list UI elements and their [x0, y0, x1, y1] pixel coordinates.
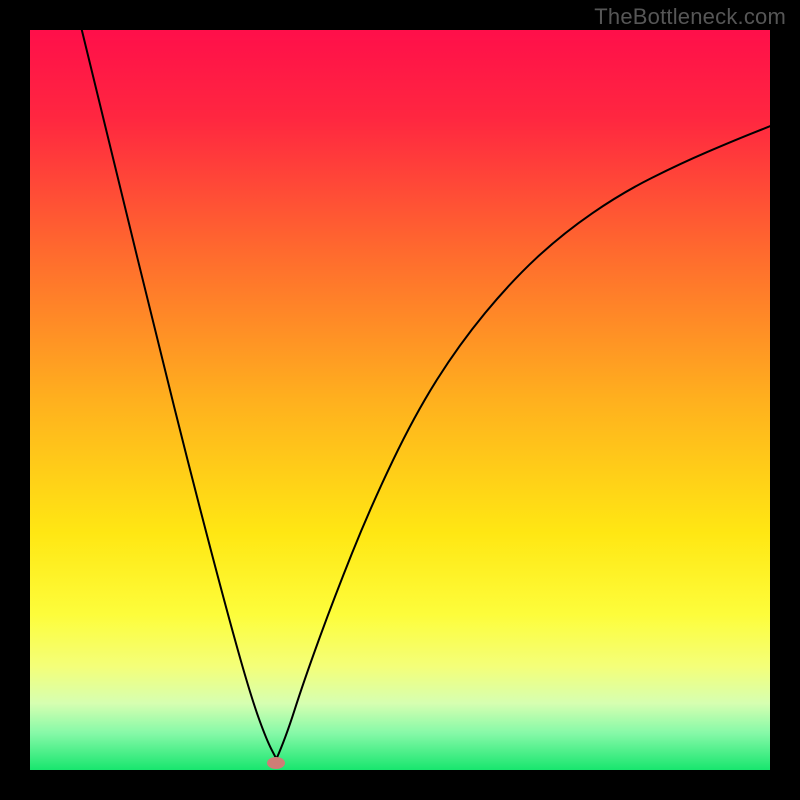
- bottleneck-curve: [82, 30, 770, 759]
- watermark-text: TheBottleneck.com: [594, 4, 786, 30]
- plot-area: [30, 30, 770, 770]
- optimum-marker: [267, 757, 285, 769]
- curve-layer: [30, 30, 770, 770]
- chart-frame: TheBottleneck.com: [0, 0, 800, 800]
